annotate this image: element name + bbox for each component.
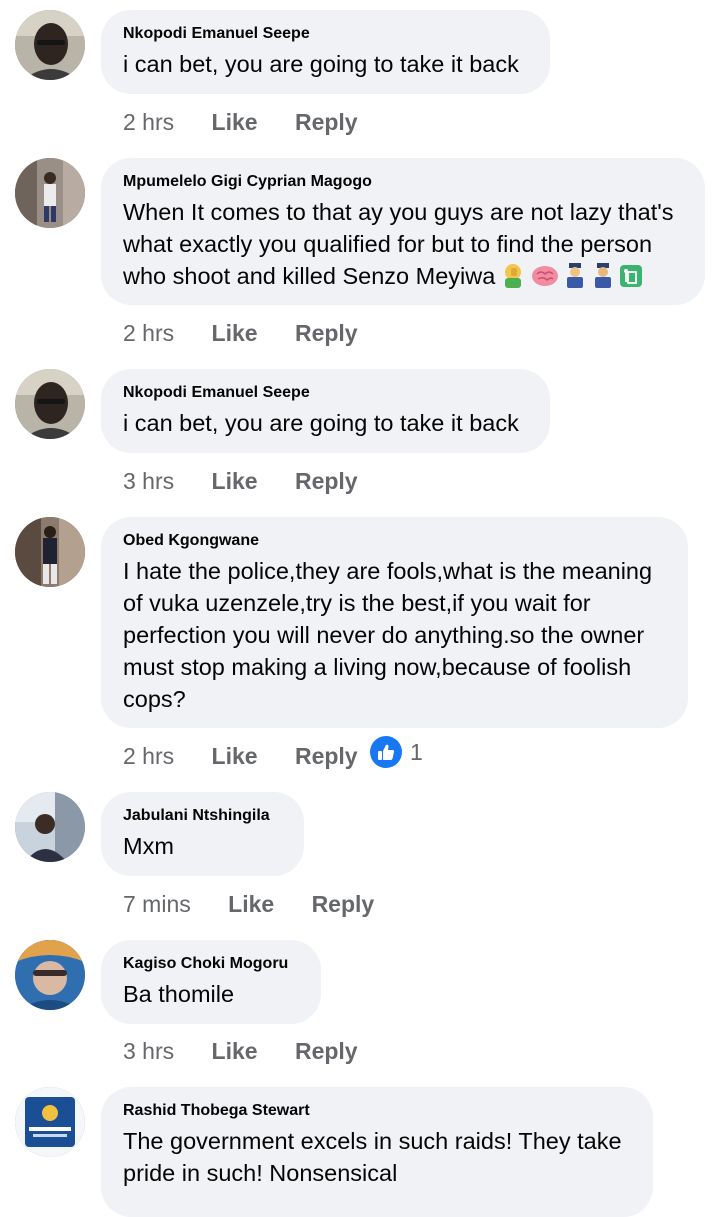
avatar[interactable] (15, 1087, 85, 1157)
comment-text-line: what exactly you qualified for but to fi… (123, 231, 653, 257)
comment-text-line: pride in such! Nonsensical (123, 1160, 398, 1186)
comment-text-line-with-emojis: who shoot and killed Senzo Meyiwa (123, 260, 683, 296)
comment-author[interactable]: Rashid Thobega Stewart (123, 1101, 631, 1121)
reply-button[interactable]: Reply (295, 1037, 358, 1065)
comment-text-line: I hate the police,they are fools,what is… (123, 558, 653, 584)
comment-bubble: Nkopodi Emanuel Seepe i can bet, you are… (101, 10, 550, 94)
comment-text-line: must stop making a living now,because of… (123, 654, 632, 680)
avatar[interactable] (15, 940, 85, 1010)
comment-time[interactable]: 2 hrs (123, 742, 174, 770)
reply-button[interactable]: Reply (295, 467, 358, 495)
police-officer-emoji (591, 262, 615, 296)
comment-bubble: Kagiso Choki Mogoru Ba thomile (101, 940, 321, 1024)
comment-text: I hate the police,they are fools,what is… (123, 555, 666, 715)
avatar[interactable] (15, 517, 85, 587)
comment-time[interactable]: 2 hrs (123, 319, 174, 347)
avatar[interactable] (15, 158, 85, 228)
comment-text: Ba thomile (123, 981, 235, 1007)
avatar[interactable] (15, 369, 85, 439)
comment-text: The government excels in such raids! The… (123, 1125, 631, 1189)
comment-bubble: Mpumelelo Gigi Cyprian Magogo When It co… (101, 158, 705, 305)
comment-text-line: of vuka uzenzele,try is the best,if you … (123, 590, 591, 616)
comment-time[interactable]: 3 hrs (123, 1037, 174, 1065)
reaction-summary[interactable]: 1 (370, 736, 423, 768)
avatar[interactable] (15, 792, 85, 862)
avatar[interactable] (15, 10, 85, 80)
comment-actions: 7 mins Like Reply (123, 890, 374, 918)
comment-bubble: Jabulani Ntshingila Mxm (101, 792, 304, 876)
comment-text-line: who shoot and killed Senzo Meyiwa (123, 263, 496, 289)
comment-bubble: Nkopodi Emanuel Seepe i can bet, you are… (101, 369, 550, 453)
police-officer-emoji (563, 262, 587, 296)
comment-author[interactable]: Jabulani Ntshingila (123, 806, 282, 826)
comment-text-line: perfection you will never do anything.so… (123, 622, 645, 648)
facepalm-emoji (499, 262, 527, 296)
like-button[interactable]: Like (212, 108, 258, 136)
comment-author[interactable]: Kagiso Choki Mogoru (123, 954, 299, 974)
reaction-count: 1 (410, 738, 423, 765)
comment-actions: 2 hrs Like Reply (123, 108, 358, 136)
comment-author[interactable]: Nkopodi Emanuel Seepe (123, 24, 528, 44)
reply-button[interactable]: Reply (312, 890, 375, 918)
comment-text-line: When It comes to that ay you guys are no… (123, 199, 674, 225)
comment-actions: 3 hrs Like Reply (123, 467, 358, 495)
thumbs-up-icon (370, 736, 402, 768)
comment-text-line: cops? (123, 686, 186, 712)
brain-emoji (531, 264, 559, 296)
comment-author[interactable]: Obed Kgongwane (123, 531, 666, 551)
reply-button[interactable]: Reply (295, 319, 358, 347)
comment-bubble: Obed Kgongwane I hate the police,they ar… (101, 517, 688, 728)
comment-author[interactable]: Mpumelelo Gigi Cyprian Magogo (123, 172, 683, 192)
comment-time[interactable]: 3 hrs (123, 467, 174, 495)
comment-text: i can bet, you are going to take it back (123, 410, 519, 436)
comment-actions: 2 hrs Like Reply (123, 319, 358, 347)
like-button[interactable]: Like (212, 467, 258, 495)
comment-text: When It comes to that ay you guys are no… (123, 196, 683, 296)
like-button[interactable]: Like (212, 1037, 258, 1065)
comment-actions: 3 hrs Like Reply (123, 1037, 358, 1065)
comment-time[interactable]: 2 hrs (123, 108, 174, 136)
like-button[interactable]: Like (212, 742, 258, 770)
like-button[interactable]: Like (228, 890, 274, 918)
comment-actions: 2 hrs Like Reply (123, 742, 358, 770)
trash-bin-emoji (619, 264, 643, 296)
comment-text-line: The government excels in such raids! The… (123, 1128, 622, 1154)
comment-time[interactable]: 7 mins (123, 890, 191, 918)
comment-bubble: Rashid Thobega Stewart The government ex… (101, 1087, 653, 1217)
reply-button[interactable]: Reply (295, 108, 358, 136)
reply-button[interactable]: Reply (295, 742, 358, 770)
comment-text: i can bet, you are going to take it back (123, 51, 519, 77)
comment-text: Mxm (123, 833, 174, 859)
like-button[interactable]: Like (212, 319, 258, 347)
comment-author[interactable]: Nkopodi Emanuel Seepe (123, 383, 528, 403)
